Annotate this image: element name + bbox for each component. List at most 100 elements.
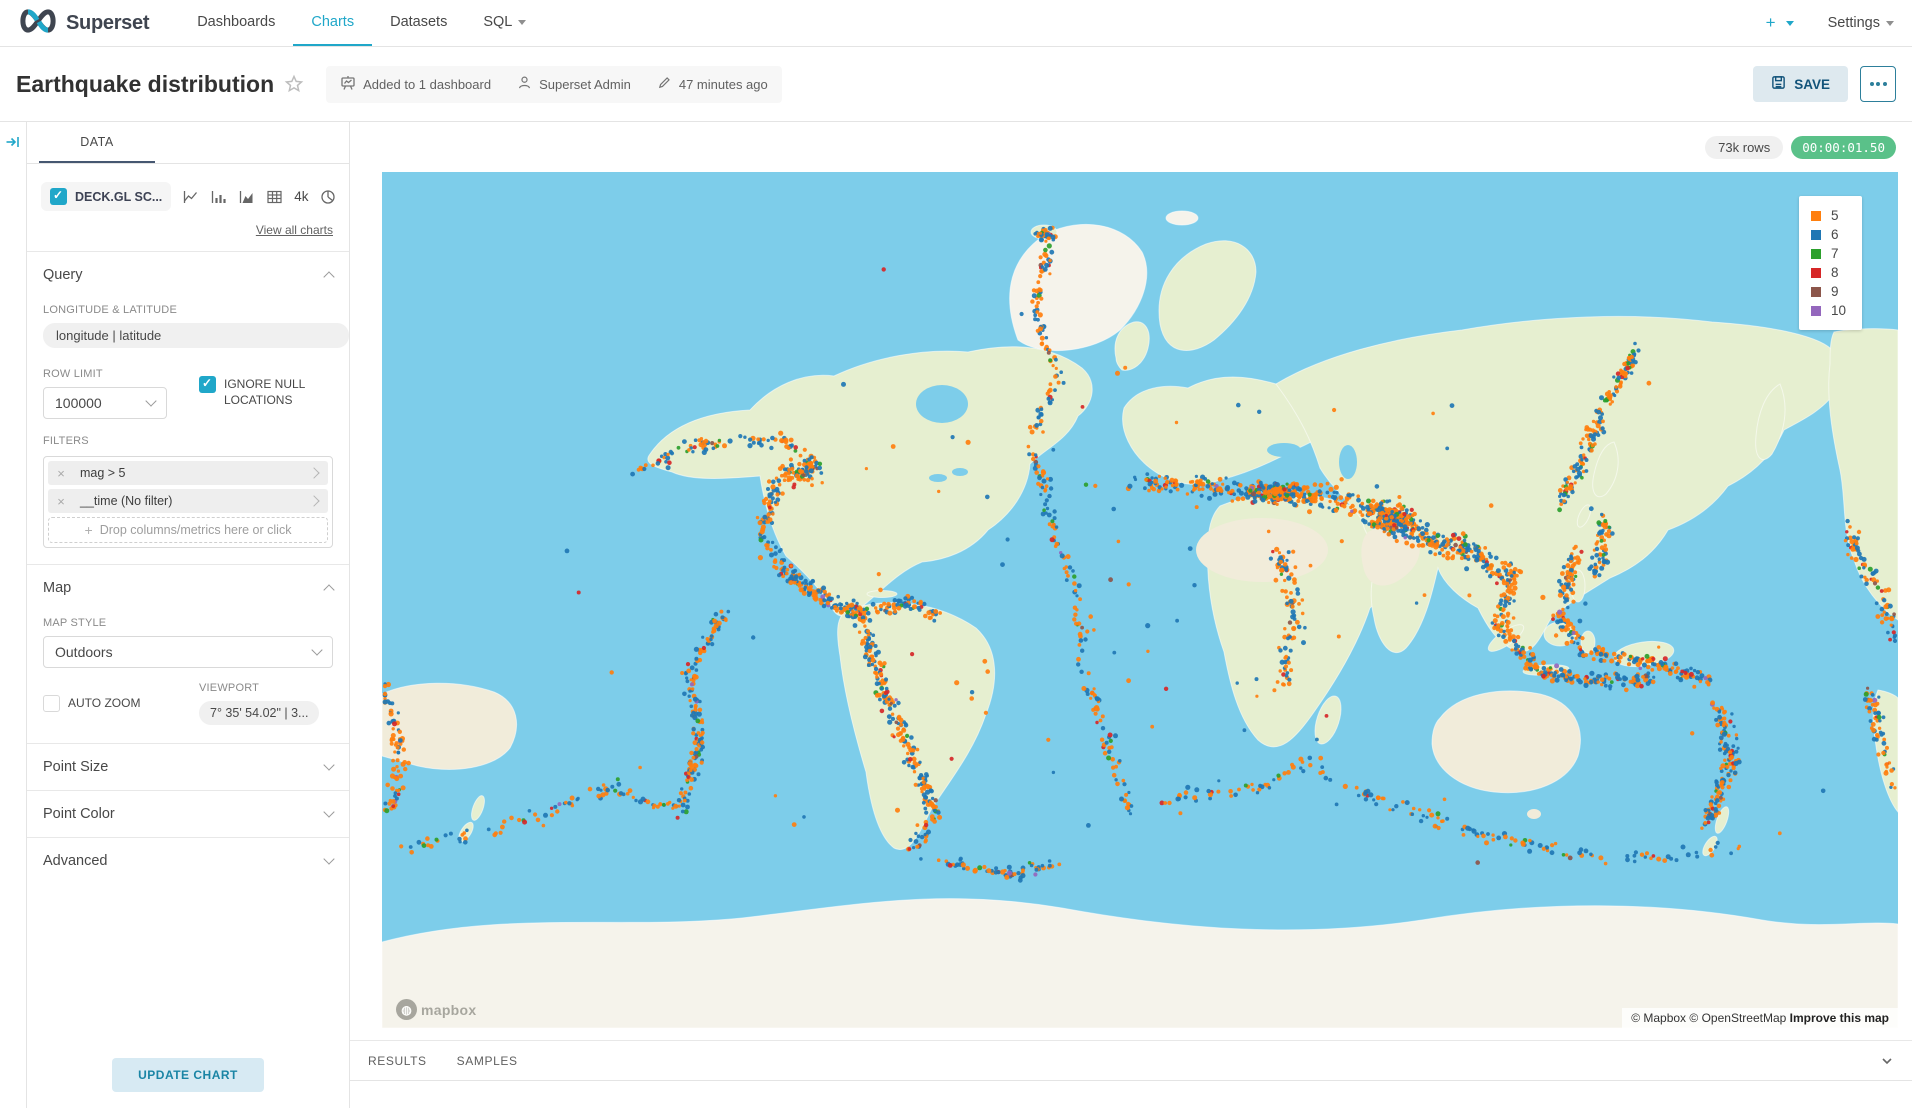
- pencil-icon: [657, 75, 672, 93]
- legend-item: 9: [1811, 282, 1846, 301]
- ignore-null-checkbox[interactable]: IGNORE NULL LOCATIONS: [199, 376, 329, 419]
- favorite-star-icon[interactable]: [284, 74, 304, 94]
- chevron-down-icon: [1786, 21, 1794, 30]
- save-button[interactable]: SAVE: [1753, 66, 1848, 102]
- add-filter-dropzone[interactable]: + Drop columns/metrics here or click: [48, 517, 328, 543]
- collapse-results-icon[interactable]: [1880, 1054, 1894, 1073]
- osm-attribution-link[interactable]: © OpenStreetMap: [1689, 1011, 1786, 1025]
- filters-label: FILTERS: [43, 435, 333, 447]
- update-chart-button[interactable]: UPDATE CHART: [112, 1058, 264, 1092]
- filter-chip[interactable]: × mag > 5: [48, 461, 328, 485]
- section-query[interactable]: Query: [43, 267, 333, 283]
- save-icon: [1771, 75, 1786, 93]
- selected-viz-pill[interactable]: DECK.GL SC...: [41, 182, 171, 211]
- view-all-charts-link[interactable]: View all charts: [27, 223, 333, 237]
- chart-area: 73k rows 00:00:01.50: [350, 122, 1912, 1108]
- chevron-right-icon: [308, 467, 319, 478]
- viewport-value[interactable]: 7° 35' 54.02" | 3...: [199, 701, 319, 725]
- chevron-up-icon: [323, 271, 334, 282]
- more-options-button[interactable]: [1860, 66, 1896, 102]
- pie-chart-icon[interactable]: [320, 189, 336, 205]
- legend-value: 9: [1831, 284, 1839, 299]
- legend-item: 7: [1811, 244, 1846, 263]
- big-number-viz-icon[interactable]: 4k: [294, 189, 308, 204]
- legend-color-swatch: [1811, 287, 1821, 297]
- section-point-color[interactable]: Point Color: [43, 806, 333, 822]
- settings-menu[interactable]: Settings: [1828, 15, 1894, 31]
- chart-header: Earthquake distribution Added to 1 dashb…: [0, 47, 1912, 122]
- legend-color-swatch: [1811, 268, 1821, 278]
- legend-color-swatch: [1811, 249, 1821, 259]
- line-chart-icon[interactable]: [182, 189, 199, 205]
- chart-title: Earthquake distribution: [16, 71, 274, 98]
- nav-item-dashboards[interactable]: Dashboards: [179, 0, 293, 46]
- section-advanced[interactable]: Advanced: [43, 853, 333, 869]
- bar-chart-icon[interactable]: [210, 189, 227, 205]
- chevron-down-icon: [323, 759, 334, 770]
- dashboard-icon: [340, 75, 356, 94]
- legend-color-swatch: [1811, 211, 1821, 221]
- legend-value: 6: [1831, 227, 1839, 242]
- nav-item-sql[interactable]: SQL: [465, 0, 544, 46]
- legend-item: 8: [1811, 263, 1846, 282]
- area-chart-icon[interactable]: [238, 189, 255, 205]
- deckgl-map[interactable]: 5678910 ◍ mapbox © Mapbox © OpenStreetMa…: [382, 172, 1898, 1028]
- section-map[interactable]: Map: [43, 580, 333, 596]
- map-style-select[interactable]: Outdoors: [43, 636, 333, 668]
- tab-results[interactable]: RESULTS: [368, 1054, 427, 1080]
- meta-modified[interactable]: 47 minutes ago: [657, 75, 768, 93]
- map-style-label: MAP STYLE: [43, 617, 333, 629]
- chevron-down-icon: [323, 806, 334, 817]
- section-point-size[interactable]: Point Size: [43, 759, 333, 775]
- divider: [27, 743, 349, 744]
- control-panel: DATA DECK.GL SC... 4k View a: [27, 122, 350, 1108]
- meta-dashboards[interactable]: Added to 1 dashboard: [340, 75, 491, 94]
- filters-box: × mag > 5 × __time (No filter) + Drop co…: [43, 456, 333, 548]
- legend-value: 7: [1831, 246, 1839, 261]
- mapbox-logo-icon: ◍: [396, 999, 417, 1020]
- improve-map-link[interactable]: Improve this map: [1790, 1011, 1889, 1025]
- viz-type-row: DECK.GL SC... 4k: [41, 182, 335, 211]
- lonlat-label: LONGITUDE & LATITUDE: [43, 304, 333, 316]
- chevron-down-icon: [311, 644, 322, 655]
- chart-badges: 73k rows 00:00:01.50: [1705, 136, 1896, 159]
- expand-panel-icon[interactable]: [5, 134, 21, 1108]
- chevron-down-icon: [323, 853, 334, 864]
- filter-chip[interactable]: × __time (No filter): [48, 489, 328, 513]
- close-icon[interactable]: ×: [48, 466, 74, 481]
- map-legend: 5678910: [1799, 196, 1862, 330]
- divider: [27, 251, 349, 252]
- close-icon[interactable]: ×: [48, 494, 74, 509]
- nav-item-datasets[interactable]: Datasets: [372, 0, 465, 46]
- meta-owner[interactable]: Superset Admin: [517, 75, 631, 93]
- lonlat-chip[interactable]: longitude | latitude: [43, 323, 349, 348]
- legend-item: 6: [1811, 225, 1846, 244]
- mapbox-attribution-link[interactable]: © Mapbox: [1631, 1011, 1686, 1025]
- auto-zoom-checkbox[interactable]: AUTO ZOOM: [43, 682, 199, 725]
- legend-item: 5: [1811, 206, 1846, 225]
- legend-value: 5: [1831, 208, 1839, 223]
- mapbox-logo[interactable]: ◍ mapbox: [396, 999, 476, 1020]
- map-attribution: © Mapbox © OpenStreetMap Improve this ma…: [1622, 1008, 1898, 1028]
- panel-gutter: [0, 122, 27, 1108]
- divider: [27, 837, 349, 838]
- tab-samples[interactable]: SAMPLES: [457, 1054, 518, 1080]
- autozoom-viewport-row: AUTO ZOOM VIEWPORT 7° 35' 54.02" | 3...: [43, 682, 333, 725]
- tab-data[interactable]: DATA: [39, 122, 155, 163]
- divider: [350, 1080, 1912, 1081]
- row-limit-row: ROW LIMIT 100000 IGNORE NULL LOCATIONS: [43, 362, 333, 419]
- panel-tabbar: DATA: [27, 122, 349, 164]
- chevron-down-icon: [145, 395, 156, 406]
- nav-item-charts[interactable]: Charts: [293, 0, 372, 46]
- unchecked-checkbox-icon: [43, 695, 60, 712]
- chevron-up-icon: [323, 584, 334, 595]
- top-navbar: Superset Dashboards Charts Datasets SQL …: [0, 0, 1912, 47]
- chevron-down-icon: [518, 20, 526, 29]
- viewport-label: VIEWPORT: [199, 682, 319, 694]
- row-limit-select[interactable]: 100000: [43, 387, 167, 419]
- new-item-button[interactable]: +: [1766, 13, 1794, 33]
- superset-logo[interactable]: Superset: [18, 0, 149, 46]
- table-icon[interactable]: [266, 189, 283, 205]
- divider: [27, 790, 349, 791]
- checked-checkbox-icon: [199, 376, 216, 393]
